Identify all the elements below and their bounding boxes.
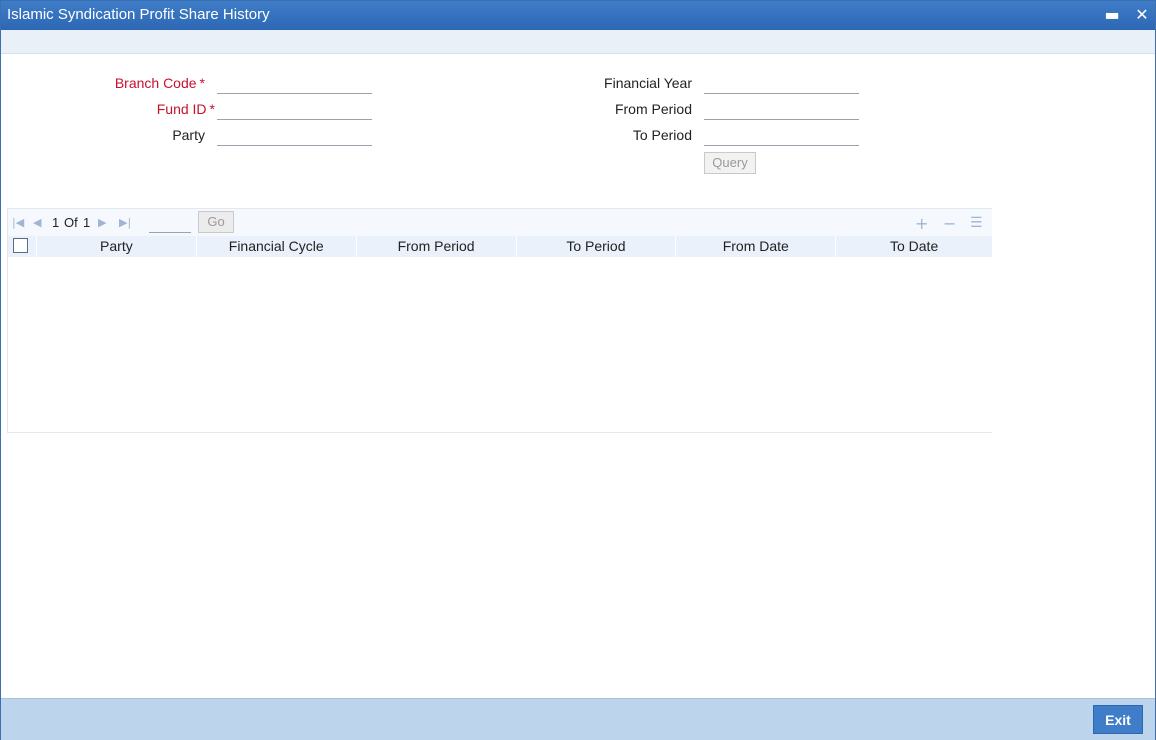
branch-code-input[interactable] (217, 74, 372, 94)
from-period-label: From Period (614, 101, 692, 117)
pager-of-label: Of (64, 215, 78, 230)
total-pages: 1 (83, 215, 91, 230)
add-row-icon[interactable]: + (915, 214, 928, 233)
query-button[interactable]: Query (704, 152, 756, 174)
required-marker: * (199, 75, 205, 91)
toolbar-strip (1, 30, 1155, 54)
grid-header-row: Party Financial Cycle From Period To Per… (8, 236, 992, 257)
financial-year-label: Financial Year (604, 75, 692, 91)
window-title: Islamic Syndication Profit Share History (7, 6, 270, 23)
grid-toolbar: |◀ ◀ 1 Of 1 ▶ ▶| Go + − ☰ (8, 209, 992, 236)
from-period-input[interactable] (704, 100, 859, 120)
fund-id-input[interactable] (217, 100, 372, 120)
select-all-cell (8, 236, 36, 257)
column-header-to-period[interactable]: To Period (515, 236, 676, 257)
to-period-input[interactable] (704, 126, 859, 146)
window: Islamic Syndication Profit Share History… (0, 0, 1156, 740)
close-icon[interactable]: ✕ (1131, 5, 1153, 25)
footer-bar: Exit (1, 698, 1155, 740)
prev-page-icon[interactable]: ◀ (33, 216, 41, 229)
column-header-from-period[interactable]: From Period (355, 236, 516, 257)
column-header-from-date[interactable]: From Date (675, 236, 835, 257)
required-marker: * (209, 101, 215, 117)
delete-row-icon[interactable]: − (943, 214, 956, 233)
financial-year-input[interactable] (704, 74, 859, 94)
branch-code-label: Branch Code * (114, 75, 205, 91)
to-period-label: To Period (632, 127, 692, 143)
history-grid: |◀ ◀ 1 Of 1 ▶ ▶| Go + − ☰ Party Financia… (7, 208, 992, 433)
single-view-icon[interactable]: ☰ (970, 215, 983, 231)
column-header-to-date[interactable]: To Date (835, 236, 992, 257)
exit-button[interactable]: Exit (1093, 705, 1143, 734)
current-page: 1 (52, 215, 60, 230)
select-all-checkbox[interactable] (13, 238, 28, 253)
column-header-party[interactable]: Party (35, 236, 196, 257)
party-input[interactable] (217, 126, 372, 146)
title-bar: Islamic Syndication Profit Share History… (1, 1, 1155, 30)
last-page-icon[interactable]: ▶| (119, 216, 131, 229)
column-header-financial-cycle[interactable]: Financial Cycle (195, 236, 356, 257)
first-page-icon[interactable]: |◀ (12, 216, 24, 229)
page-number-input[interactable] (149, 213, 191, 233)
fund-id-label: Fund ID * (156, 101, 215, 117)
party-label: Party (172, 127, 205, 143)
next-page-icon[interactable]: ▶ (98, 216, 106, 229)
minimize-icon[interactable]: ▬ (1101, 5, 1123, 25)
go-button[interactable]: Go (198, 211, 234, 233)
